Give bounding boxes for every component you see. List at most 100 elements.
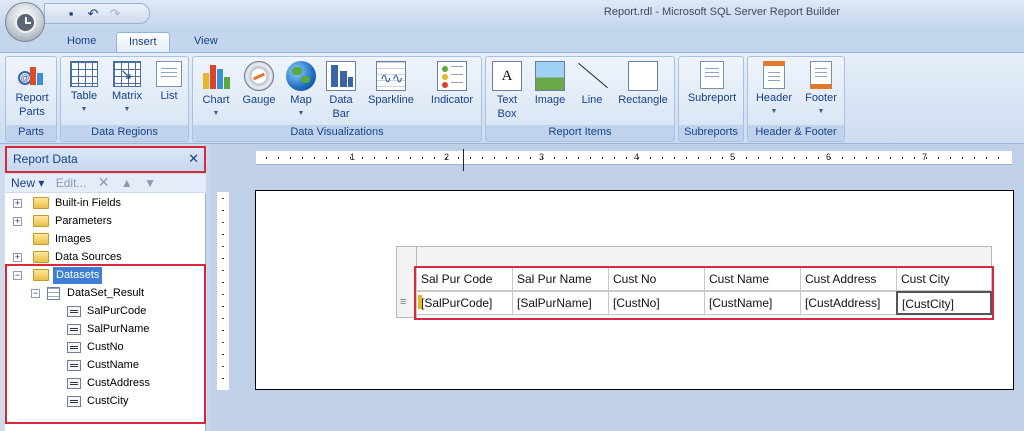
datasets-highlight-box bbox=[5, 264, 206, 424]
ruler-tick bbox=[506, 157, 507, 159]
chart-icon bbox=[201, 61, 231, 91]
group-subreports: Subreport Subreports bbox=[678, 56, 744, 142]
report-data-title: Report Data bbox=[13, 152, 78, 166]
chart-button[interactable]: Chart ▼ bbox=[197, 61, 235, 121]
ruler-tick bbox=[686, 157, 687, 159]
ruler-tick bbox=[338, 157, 339, 159]
ruler-tick bbox=[222, 330, 224, 331]
group-report-items: A Text Box Image Line Rectangle Report I… bbox=[485, 56, 675, 142]
matrix-icon: ↘ bbox=[113, 61, 141, 87]
tree-node-parameters[interactable]: + Parameters bbox=[13, 213, 193, 230]
sparkline-icon: ∿∿ bbox=[376, 61, 406, 91]
ruler-tick bbox=[222, 234, 224, 235]
folder-icon bbox=[33, 197, 49, 209]
ruler-tick bbox=[222, 210, 224, 211]
ruler-tick bbox=[806, 157, 807, 159]
group-label-data-regions: Data Regions bbox=[61, 125, 188, 141]
gauge-button[interactable]: Gauge bbox=[239, 61, 279, 107]
tree-node-built-in-fields[interactable]: + Built-in Fields bbox=[13, 195, 193, 212]
move-up-icon[interactable]: ▲ bbox=[121, 176, 133, 190]
group-parts: @ Report Parts Parts bbox=[5, 56, 57, 142]
ruler-tick bbox=[554, 157, 555, 159]
tab-insert[interactable]: Insert bbox=[116, 32, 170, 52]
tree-node-images[interactable]: Images bbox=[13, 231, 193, 248]
ruler-tick bbox=[434, 157, 435, 159]
edit-button[interactable]: Edit... bbox=[56, 176, 87, 190]
matrix-button[interactable]: ↘ Matrix ▼ bbox=[107, 61, 147, 117]
ruler-tick bbox=[362, 157, 363, 159]
ruler-tick bbox=[818, 157, 819, 159]
folder-icon bbox=[33, 215, 49, 227]
ruler-tick bbox=[222, 270, 224, 271]
header-button[interactable]: Header ▼ bbox=[752, 61, 796, 119]
ruler-tick bbox=[614, 157, 615, 159]
expand-icon[interactable]: + bbox=[13, 199, 22, 208]
report-data-header: Report Data ✕ bbox=[5, 146, 206, 173]
ruler-tick bbox=[542, 157, 543, 159]
ruler-tick bbox=[638, 157, 639, 159]
sparkline-button[interactable]: ∿∿ Sparkline bbox=[363, 61, 419, 107]
group-header-footer: Header ▼ Footer ▼ Header & Footer bbox=[747, 56, 845, 142]
delete-icon[interactable]: ✕ bbox=[98, 174, 110, 190]
ruler-tick bbox=[222, 294, 224, 295]
map-button[interactable]: Map ▼ bbox=[283, 61, 319, 121]
rectangle-button[interactable]: Rectangle bbox=[614, 61, 672, 107]
ruler-position-marker bbox=[463, 149, 464, 171]
expand-icon[interactable]: + bbox=[13, 217, 22, 226]
ruler-tick bbox=[446, 157, 447, 159]
column-handle-row[interactable] bbox=[396, 246, 992, 267]
ruler-tick bbox=[222, 318, 224, 319]
ruler-tick bbox=[854, 157, 855, 159]
tab-home[interactable]: Home bbox=[55, 32, 108, 52]
ruler-tick bbox=[662, 157, 663, 159]
ruler-tick bbox=[350, 157, 351, 159]
group-label-parts: Parts bbox=[6, 125, 56, 141]
list-button[interactable]: List bbox=[153, 61, 185, 103]
close-icon[interactable]: ✕ bbox=[188, 148, 199, 170]
ribbon-tabs: Home Insert View bbox=[0, 28, 1024, 52]
ruler-tick bbox=[590, 157, 591, 159]
footer-button[interactable]: Footer ▼ bbox=[800, 61, 842, 119]
ruler-tick bbox=[722, 157, 723, 159]
ruler-tick bbox=[710, 157, 711, 159]
clock-icon bbox=[15, 12, 36, 33]
line-button[interactable]: Line bbox=[574, 61, 610, 107]
ruler-tick bbox=[222, 354, 224, 355]
group-data-regions: Table ▼ ↘ Matrix ▼ List Data Regions bbox=[60, 56, 189, 142]
tab-view[interactable]: View bbox=[182, 32, 230, 52]
details-row-icon: ≡ bbox=[400, 296, 407, 308]
subreport-button[interactable]: Subreport bbox=[683, 61, 741, 105]
ruler-tick bbox=[974, 157, 975, 159]
databar-button[interactable]: Data Bar bbox=[323, 61, 359, 121]
image-button[interactable]: Image bbox=[530, 61, 570, 107]
ruler-tick bbox=[266, 157, 267, 159]
group-label-report-items: Report Items bbox=[486, 125, 674, 141]
ruler-tick bbox=[222, 222, 224, 223]
ruler-tick bbox=[386, 157, 387, 159]
ruler-tick bbox=[222, 366, 224, 367]
ruler-tick bbox=[650, 157, 651, 159]
application-button[interactable] bbox=[5, 2, 45, 42]
ruler-tick bbox=[914, 157, 915, 159]
ruler-tick bbox=[326, 157, 327, 159]
ruler-tick bbox=[314, 157, 315, 159]
indicator-button[interactable]: Indicator bbox=[425, 61, 479, 107]
ruler-tick bbox=[578, 157, 579, 159]
ruler-tick bbox=[222, 246, 224, 247]
move-down-icon[interactable]: ▼ bbox=[144, 176, 156, 190]
report-parts-button[interactable]: @ Report Parts bbox=[12, 61, 52, 119]
databar-icon bbox=[326, 61, 356, 91]
ruler-tick bbox=[482, 157, 483, 159]
ruler-tick bbox=[890, 157, 891, 159]
ruler-tick bbox=[986, 157, 987, 159]
window-title: Report.rdl - Microsoft SQL Server Report… bbox=[603, 6, 841, 18]
textbox-button[interactable]: A Text Box bbox=[490, 61, 524, 121]
table-button[interactable]: Table ▼ bbox=[65, 61, 103, 117]
ruler-tick bbox=[470, 157, 471, 159]
new-button[interactable]: New ▾ bbox=[11, 176, 44, 190]
expand-icon[interactable]: + bbox=[13, 253, 22, 262]
folder-icon bbox=[33, 251, 49, 263]
ruler-tick bbox=[770, 157, 771, 159]
ruler-tick bbox=[278, 157, 279, 159]
ruler-tick bbox=[698, 157, 699, 159]
